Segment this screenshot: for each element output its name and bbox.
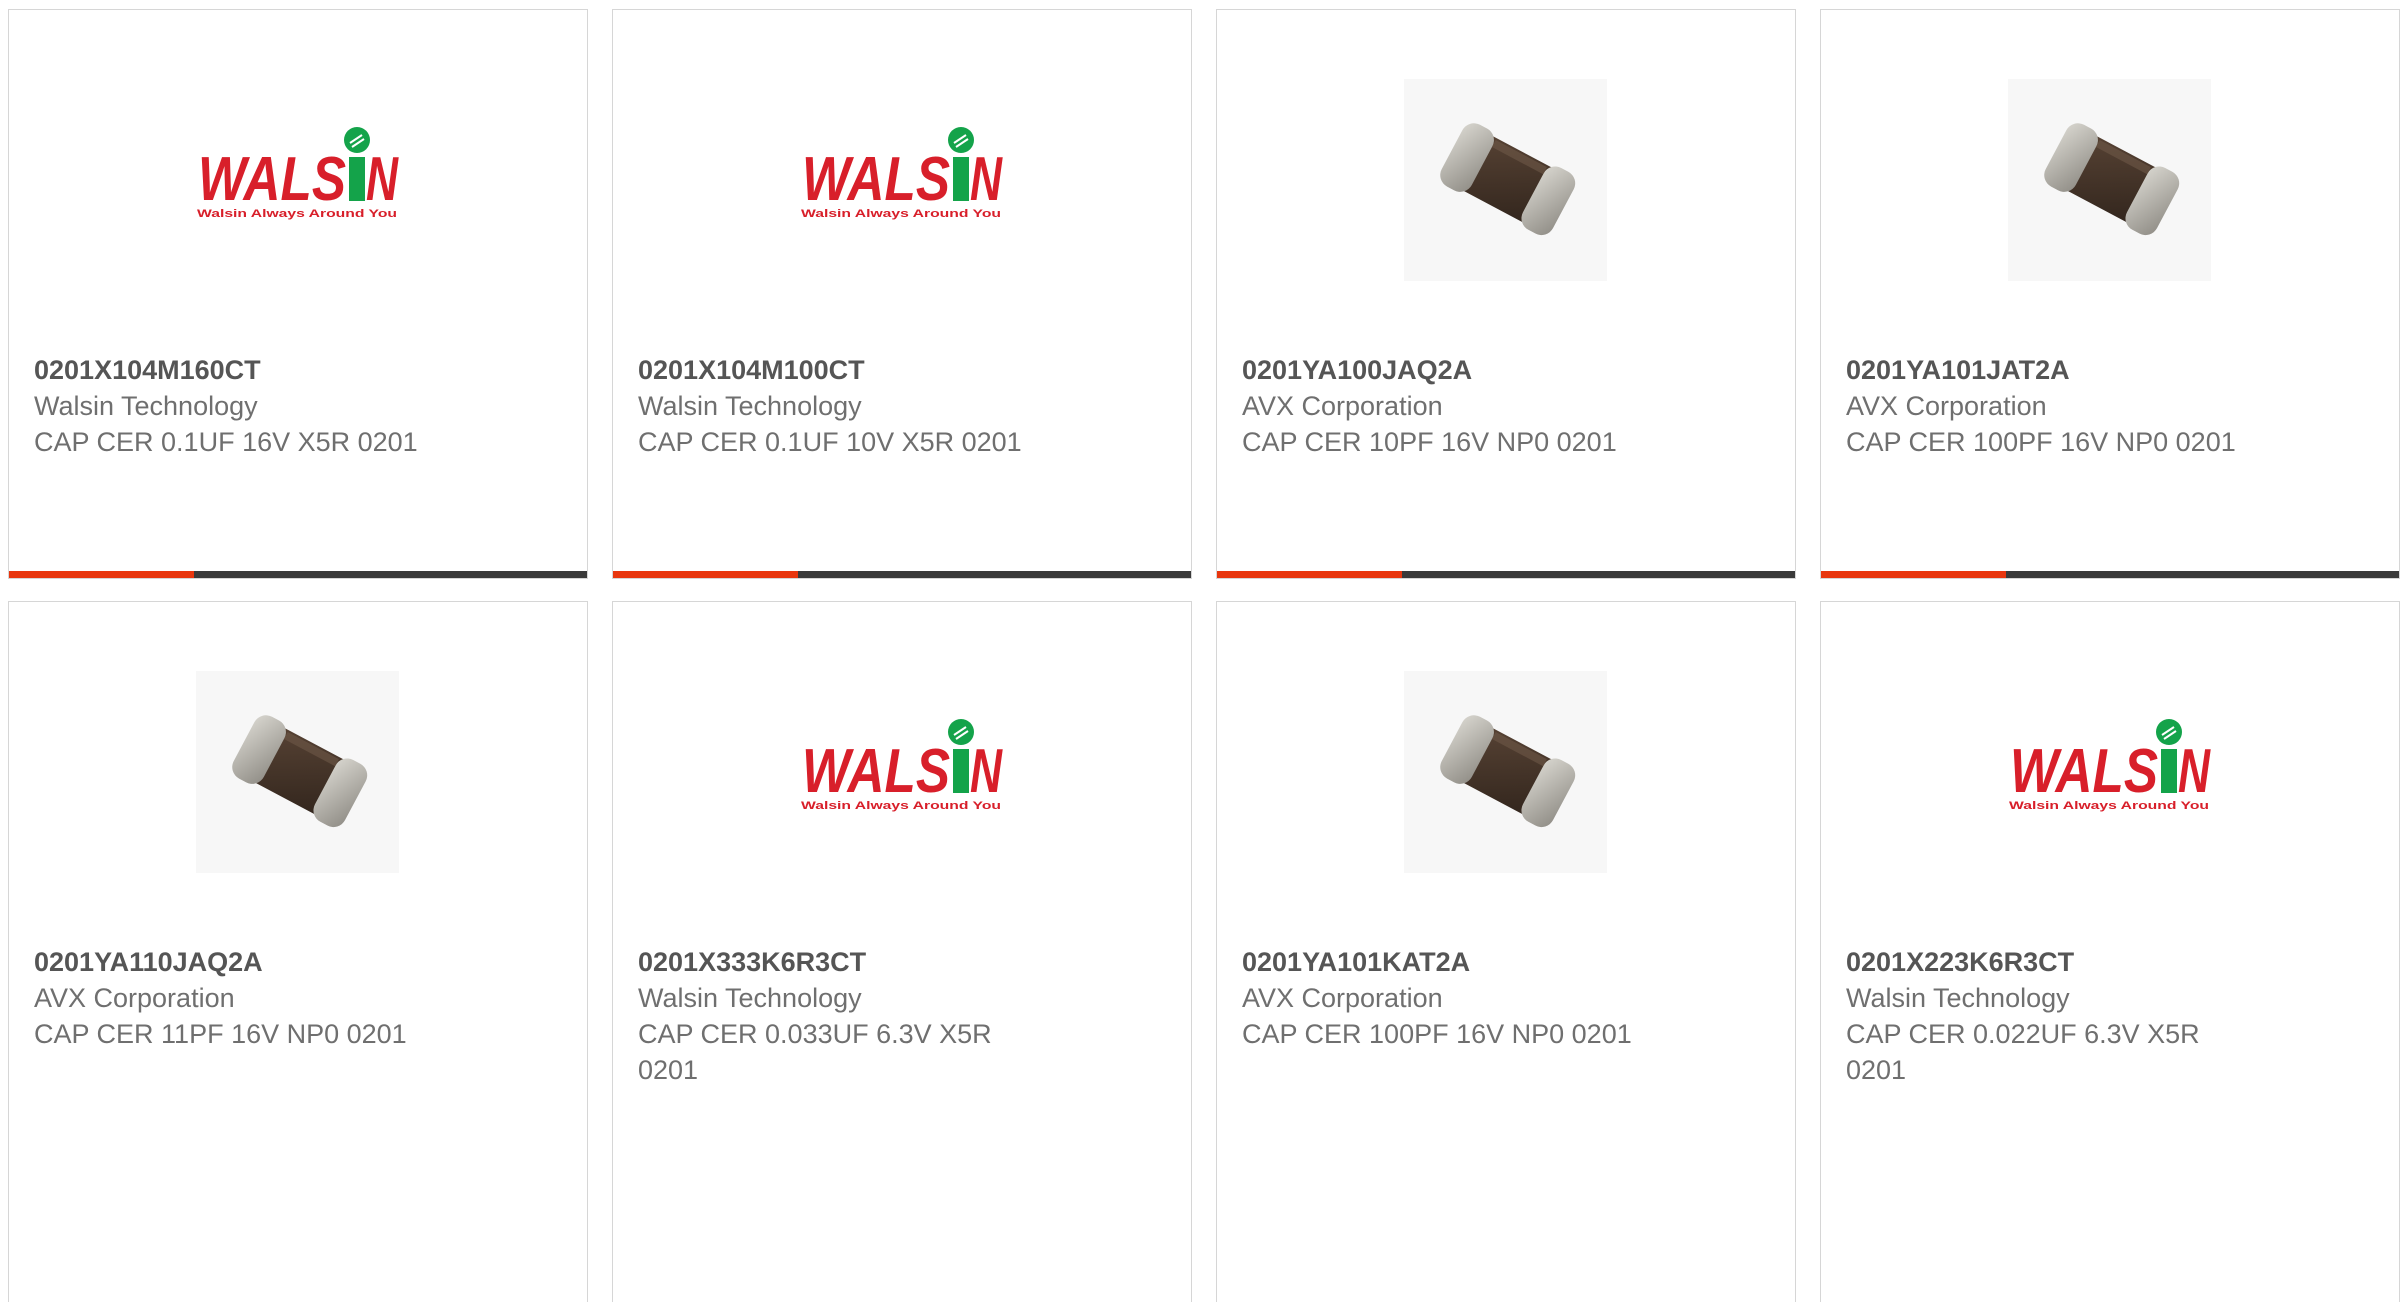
svg-text:WALS: WALS xyxy=(2010,737,2158,806)
walsin-logo-icon: WALS N Walsin Always Around You xyxy=(801,127,1003,220)
part-number[interactable]: 0201YA101KAT2A xyxy=(1242,944,1662,980)
card-progress-bar xyxy=(613,571,1191,578)
product-info: 0201X223K6R3CT Walsin Technology CAP CER… xyxy=(1846,944,2266,1088)
logo-tagline: Walsin Always Around You xyxy=(801,800,1001,812)
product-grid: WALS N Walsin Always Around You 0201X104… xyxy=(8,9,2400,1302)
ceramic-chip-capacitor-icon xyxy=(1440,123,1576,236)
manufacturer-name: AVX Corporation xyxy=(1242,391,1443,421)
ceramic-chip-capacitor-icon xyxy=(232,715,368,828)
product-info: 0201YA101KAT2A AVX Corporation CAP CER 1… xyxy=(1242,944,1662,1052)
part-number[interactable]: 0201YA100JAQ2A xyxy=(1242,352,1662,388)
product-description: CAP CER 100PF 16V NP0 0201 xyxy=(1846,427,2236,457)
ceramic-chip-capacitor-icon xyxy=(2044,123,2180,236)
product-info: 0201X104M160CT Walsin Technology CAP CER… xyxy=(34,352,454,460)
product-info: 0201YA110JAQ2A AVX Corporation CAP CER 1… xyxy=(34,944,454,1052)
product-card[interactable]: 0201YA101KAT2A AVX Corporation CAP CER 1… xyxy=(1216,601,1796,1302)
walsin-logo-icon: WALS N Walsin Always Around You xyxy=(2009,719,2211,812)
product-description: CAP CER 0.033UF 6.3V X5R 0201 xyxy=(638,1019,992,1085)
part-number[interactable]: 0201X223K6R3CT xyxy=(1846,944,2266,980)
card-progress-bar xyxy=(9,571,587,578)
product-card[interactable]: WALS N Walsin Always Around You 0201X333… xyxy=(612,601,1192,1302)
product-info: 0201YA100JAQ2A AVX Corporation CAP CER 1… xyxy=(1242,352,1662,460)
walsin-logo-icon: WALS N Walsin Always Around You xyxy=(801,719,1003,812)
card-progress-bar-fill xyxy=(9,571,194,578)
product-image[interactable] xyxy=(1404,671,1607,873)
svg-text:WALS: WALS xyxy=(198,145,346,214)
product-info: 0201X104M100CT Walsin Technology CAP CER… xyxy=(638,352,1058,460)
svg-text:N: N xyxy=(970,145,1003,214)
manufacturer-name: AVX Corporation xyxy=(1846,391,2047,421)
card-progress-bar-fill xyxy=(613,571,798,578)
product-description: CAP CER 0.1UF 16V X5R 0201 xyxy=(34,427,418,457)
product-image[interactable]: WALS N Walsin Always Around You xyxy=(800,79,1003,281)
part-number[interactable]: 0201X333K6R3CT xyxy=(638,944,1058,980)
svg-text:N: N xyxy=(970,737,1003,806)
product-info: 0201X333K6R3CT Walsin Technology CAP CER… xyxy=(638,944,1058,1088)
product-card[interactable]: 0201YA110JAQ2A AVX Corporation CAP CER 1… xyxy=(8,601,588,1302)
product-description: CAP CER 11PF 16V NP0 0201 xyxy=(34,1019,407,1049)
part-number[interactable]: 0201YA101JAT2A xyxy=(1846,352,2266,388)
product-description: CAP CER 0.1UF 10V X5R 0201 xyxy=(638,427,1022,457)
product-description: CAP CER 10PF 16V NP0 0201 xyxy=(1242,427,1617,457)
product-card[interactable]: 0201YA101JAT2A AVX Corporation CAP CER 1… xyxy=(1820,9,2400,579)
product-description: CAP CER 100PF 16V NP0 0201 xyxy=(1242,1019,1632,1049)
product-card[interactable]: WALS N Walsin Always Around You 0201X104… xyxy=(612,9,1192,579)
svg-text:WALS: WALS xyxy=(802,145,950,214)
card-progress-bar-fill xyxy=(1821,571,2006,578)
product-card[interactable]: WALS N Walsin Always Around You 0201X104… xyxy=(8,9,588,579)
manufacturer-name: AVX Corporation xyxy=(1242,983,1443,1013)
product-image[interactable]: WALS N Walsin Always Around You xyxy=(196,79,399,281)
manufacturer-name: Walsin Technology xyxy=(1846,983,2070,1013)
manufacturer-name: AVX Corporation xyxy=(34,983,235,1013)
svg-text:N: N xyxy=(2178,737,2211,806)
walsin-logo-icon: WALS N Walsin Always Around You xyxy=(197,127,399,220)
product-info: 0201YA101JAT2A AVX Corporation CAP CER 1… xyxy=(1846,352,2266,460)
product-image[interactable]: WALS N Walsin Always Around You xyxy=(800,671,1003,873)
logo-tagline: Walsin Always Around You xyxy=(801,208,1001,220)
product-description: CAP CER 0.022UF 6.3V X5R 0201 xyxy=(1846,1019,2200,1085)
part-number[interactable]: 0201X104M100CT xyxy=(638,352,1058,388)
manufacturer-name: Walsin Technology xyxy=(638,983,862,1013)
manufacturer-name: Walsin Technology xyxy=(638,391,862,421)
product-image[interactable] xyxy=(1404,79,1607,281)
svg-text:N: N xyxy=(366,145,399,214)
part-number[interactable]: 0201X104M160CT xyxy=(34,352,454,388)
logo-tagline: Walsin Always Around You xyxy=(2009,800,2209,812)
manufacturer-name: Walsin Technology xyxy=(34,391,258,421)
ceramic-chip-capacitor-icon xyxy=(1440,715,1576,828)
card-progress-bar-fill xyxy=(1217,571,1402,578)
part-number[interactable]: 0201YA110JAQ2A xyxy=(34,944,454,980)
product-image[interactable] xyxy=(2008,79,2211,281)
card-progress-bar xyxy=(1821,571,2399,578)
card-progress-bar xyxy=(1217,571,1795,578)
product-card[interactable]: 0201YA100JAQ2A AVX Corporation CAP CER 1… xyxy=(1216,9,1796,579)
product-card[interactable]: WALS N Walsin Always Around You 0201X223… xyxy=(1820,601,2400,1302)
product-image[interactable] xyxy=(196,671,399,873)
product-image[interactable]: WALS N Walsin Always Around You xyxy=(2008,671,2211,873)
svg-text:WALS: WALS xyxy=(802,737,950,806)
logo-tagline: Walsin Always Around You xyxy=(197,208,397,220)
